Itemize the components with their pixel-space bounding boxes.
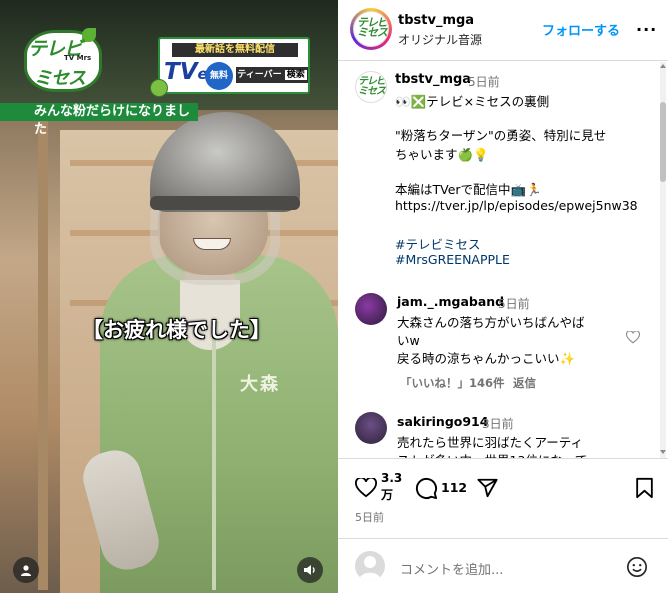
comment-likes[interactable]: 「いいね！」146件 — [400, 375, 505, 391]
commenter-username[interactable]: sakiringo914 — [397, 414, 488, 429]
post-header: テレビミセス tbstv_mga オリジナル音源 フォローする ··· — [338, 0, 668, 61]
current-user-avatar — [355, 551, 385, 581]
user-tag-icon — [21, 565, 31, 576]
user-tag-button[interactable] — [13, 557, 39, 583]
post-sidebar: テレビミセス tbstv_mga オリジナル音源 フォローする ··· テレビミ… — [338, 0, 668, 593]
caption-line: ちゃいます🍏💡 — [395, 147, 489, 162]
speaker-icon — [304, 565, 315, 575]
heart-icon[interactable] — [355, 478, 377, 498]
emoji-icon[interactable] — [626, 556, 648, 578]
video-banner: みんな粉だらけになりました — [0, 103, 198, 137]
share-icon[interactable] — [476, 477, 499, 499]
author-username[interactable]: tbstv_mga — [398, 13, 474, 28]
comment-like-icon[interactable] — [626, 331, 640, 344]
hashtag-link[interactable]: #テレビミセス — [395, 234, 480, 253]
comment-text: 大森さんの落ち方がいちばんやば — [397, 315, 585, 330]
comment-text: いw — [397, 333, 420, 348]
caption-line: 👀❎テレビ×ミセスの裏側 — [395, 94, 550, 109]
bookmark-icon[interactable] — [635, 477, 654, 499]
comments-feed[interactable]: テレビミセス tbstv_mga 5日前 👀❎テレビ×ミセスの裏側 "粉落ちター… — [338, 61, 668, 458]
caption-link[interactable]: https://tver.jp/lp/episodes/epwej5nw38 — [395, 198, 638, 213]
scroll-down-arrow[interactable] — [660, 450, 666, 454]
feed-scrollbar[interactable] — [660, 62, 666, 458]
caption-line: "粉落ちターザン"の勇姿、特別に見せ — [395, 128, 607, 143]
comment-time: 3日前 — [482, 417, 514, 431]
commenter-avatar[interactable] — [355, 293, 387, 325]
author-avatar[interactable]: テレビミセス — [353, 11, 389, 47]
scroll-up-arrow[interactable] — [660, 64, 666, 68]
more-icon: ··· — [636, 20, 658, 39]
tver-promo: 最新話を無料配信 TVer 無料 ティーバー 検索 — [150, 37, 310, 97]
post-actions: 3.3 万 112 5日前 — [338, 458, 668, 539]
comments-count: 112 — [441, 480, 468, 495]
caption-line: 本編はTVerで配信中📺🏃 — [395, 182, 542, 197]
comment-icon[interactable] — [415, 477, 438, 500]
comment-composer: コメントを追加... — [338, 538, 668, 594]
video-player[interactable]: 大森 テレビ TV Mrs ミセス 最新話を無料配信 TVer 無料 ティーバー… — [0, 0, 338, 593]
likes-count[interactable]: 3.3 万 — [381, 470, 402, 504]
comment-text: 売れたら世界に羽ばたくアーティ — [397, 435, 584, 450]
show-logo: テレビ TV Mrs ミセス — [24, 28, 102, 92]
comment-text: 戻る時の涼ちゃんかっこいい✨ — [397, 351, 576, 366]
scrollbar-thumb[interactable] — [660, 102, 666, 182]
audio-link[interactable]: オリジナル音源 — [398, 31, 482, 48]
mute-button[interactable] — [297, 557, 323, 583]
jacket-nametag: 大森 — [240, 374, 280, 395]
video-subtitle: 【お疲れ様でした】 — [82, 318, 271, 342]
more-options-button[interactable]: ··· — [636, 20, 657, 39]
comment-time: 5日前 — [498, 297, 530, 311]
comment-text: ストが多い中、世界13位になって — [397, 450, 587, 458]
hashtag-link[interactable]: #MrsGREENAPPLE — [395, 252, 510, 267]
commenter-avatar[interactable] — [355, 412, 387, 444]
follow-button[interactable]: フォローする — [542, 20, 620, 39]
apple-icon — [150, 79, 168, 97]
commenter-username[interactable]: jam._.mgaband — [397, 294, 504, 309]
post-date[interactable]: 5日前 — [355, 509, 384, 525]
reply-button[interactable]: 返信 — [513, 375, 536, 391]
caption-username[interactable]: tbstv_mga — [395, 72, 471, 87]
caption-avatar[interactable]: テレビミセス — [355, 71, 387, 103]
comment-input[interactable]: コメントを追加... — [400, 559, 503, 578]
caption-time: 5日前 — [468, 75, 500, 89]
